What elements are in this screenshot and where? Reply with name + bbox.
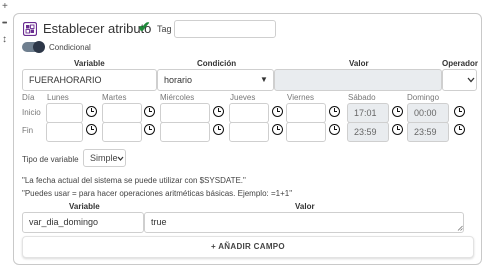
tag-label: Tag — [157, 24, 172, 34]
assign-variable-input[interactable]: var_dia_domingo — [22, 212, 144, 233]
chevron-down-icon[interactable] — [117, 156, 124, 161]
clock-icon[interactable] — [392, 106, 403, 117]
operator-header: Operador — [442, 59, 479, 68]
inicio-jueves-input[interactable] — [229, 103, 269, 123]
day-label: Día — [22, 93, 35, 102]
day-jueves: Jueves — [230, 93, 256, 102]
clock-icon[interactable] — [86, 106, 97, 117]
inicio-lunes-input[interactable] — [46, 103, 83, 123]
fin-sabado-input[interactable]: 23:59 — [347, 122, 389, 142]
assign-variable-header: Variable — [69, 202, 100, 211]
conditional-toggle[interactable] — [22, 41, 45, 53]
day-martes: Martes — [102, 93, 127, 102]
variable-header: Variable — [74, 59, 105, 68]
assign-value-input[interactable]: true — [144, 212, 464, 233]
add-field-button[interactable]: + AÑADIR CAMPO — [22, 236, 474, 258]
fin-miercoles-input[interactable] — [160, 122, 210, 142]
condition-value-input[interactable] — [274, 69, 442, 91]
clock-icon[interactable] — [144, 106, 155, 117]
note-arithmetic: "Puedes usar = para hacer operaciones ar… — [22, 189, 293, 198]
clock-icon[interactable] — [213, 106, 224, 117]
clock-icon[interactable] — [272, 124, 283, 135]
condition-select[interactable]: horario — [157, 69, 274, 91]
conditional-label: Condicional — [49, 43, 91, 52]
clock-icon[interactable] — [144, 124, 155, 135]
day-lunes: Lunes — [47, 93, 69, 102]
left-gutter: + ••• ↕ — [0, 0, 12, 267]
clock-icon[interactable] — [329, 124, 340, 135]
clock-icon[interactable] — [86, 124, 97, 135]
day-domingo: Domingo — [407, 93, 440, 102]
check-icon[interactable]: ✔ — [138, 18, 151, 36]
fin-jueves-input[interactable] — [229, 122, 269, 142]
inicio-martes-input[interactable] — [102, 103, 142, 123]
condition-dropdown-icon[interactable]: ▼ — [260, 75, 268, 84]
value-header: Valor — [349, 59, 369, 68]
clock-icon[interactable] — [392, 124, 403, 135]
note-sysdate: "La fecha actual del sistema se puede ut… — [22, 176, 246, 185]
inicio-sabado-input[interactable]: 17:01 — [347, 103, 389, 123]
day-viernes: Viernes — [287, 93, 314, 102]
fin-lunes-input[interactable] — [46, 122, 83, 142]
tag-input[interactable] — [174, 20, 276, 38]
chevron-down-icon[interactable] — [467, 77, 475, 83]
inicio-domingo-input[interactable]: 00:00 — [407, 103, 449, 123]
inicio-miercoles-input[interactable] — [160, 103, 210, 123]
fin-viernes-input[interactable] — [286, 122, 326, 142]
add-icon[interactable]: + — [2, 2, 8, 12]
clock-icon[interactable] — [454, 106, 465, 117]
attribute-icon — [23, 22, 37, 36]
inicio-viernes-input[interactable] — [286, 103, 326, 123]
resize-handle-icon[interactable] — [457, 225, 463, 231]
clock-icon[interactable] — [213, 124, 224, 135]
day-sabado: Sábado — [348, 93, 376, 102]
title: Establecer atributo — [43, 21, 152, 36]
clock-icon[interactable] — [272, 106, 283, 117]
inicio-label: Inicio — [22, 108, 41, 117]
more-icon[interactable]: ••• — [2, 19, 7, 29]
fin-martes-input[interactable] — [102, 122, 142, 142]
day-miercoles: Miércoles — [160, 93, 195, 102]
fin-domingo-input[interactable]: 23:59 — [407, 122, 449, 142]
clock-icon[interactable] — [454, 124, 465, 135]
clock-icon[interactable] — [329, 106, 340, 117]
tipo-label: Tipo de variable — [22, 155, 79, 164]
set-attribute-card: Establecer atributo ✔ Tag Condicional Va… — [13, 13, 482, 265]
condition-header: Condición — [197, 59, 237, 68]
condition-variable-input[interactable]: FUERAHORARIO — [22, 69, 157, 91]
assign-value-header: Valor — [295, 202, 315, 211]
fin-label: Fin — [22, 126, 34, 135]
drag-icon[interactable]: ↕ — [2, 35, 7, 45]
tipo-value: Simple — [90, 153, 118, 163]
